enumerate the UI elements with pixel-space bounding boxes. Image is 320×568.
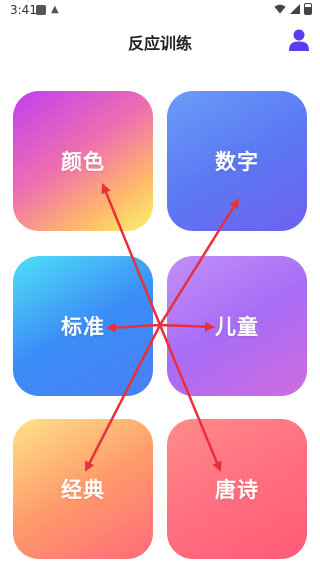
mode-label-number: 数字 [215, 150, 259, 174]
status-bar: 3:41 ▲ [0, 0, 320, 24]
signal-icon [290, 4, 300, 14]
status-right-group [274, 3, 312, 15]
mode-label-standard: 标准 [61, 315, 105, 339]
page-title: 反应训练 [127, 34, 192, 53]
mode-label-color: 颜色 [61, 150, 105, 174]
mode-card-number[interactable]: 数字 [167, 91, 307, 231]
mode-card-children[interactable]: 儿童 [167, 256, 307, 396]
mode-label-classic: 经典 [61, 478, 105, 502]
battery-icon [304, 3, 312, 15]
mode-card-classic[interactable]: 经典 [13, 419, 153, 559]
mode-card-color[interactable]: 颜色 [13, 91, 153, 231]
download-icon: ▲ [51, 4, 59, 15]
mode-label-poetry: 唐诗 [215, 478, 259, 502]
wifi-icon [274, 4, 286, 14]
profile-icon[interactable] [288, 28, 310, 52]
mode-card-standard[interactable]: 标准 [13, 256, 153, 396]
mode-label-children: 儿童 [215, 315, 259, 339]
status-time: 3:41 [10, 3, 37, 17]
app-bar: 反应训练 [0, 24, 320, 60]
notification-icon [36, 5, 46, 15]
mode-card-poetry[interactable]: 唐诗 [167, 419, 307, 559]
